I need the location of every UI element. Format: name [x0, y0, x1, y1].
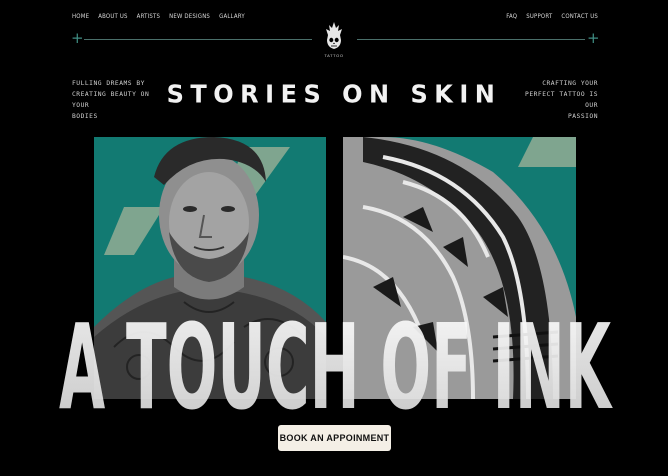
nav-item-contact-us[interactable]: CONTACT US [561, 13, 598, 20]
plus-icon-right: + [587, 29, 600, 47]
skull-flame-icon [326, 22, 342, 49]
nav-left: HOME ABOUT US ARTISTS NEW DESIGNS GALLAR… [72, 13, 245, 20]
logo-word: TATTOO [324, 53, 344, 58]
logo[interactable]: TATTOO [322, 22, 346, 62]
book-appointment-button[interactable]: BOOK AN APPOINMENT [278, 425, 391, 451]
nav-right: FAQ SUPPORT CONTACT US [506, 13, 598, 20]
nav-item-support[interactable]: SUPPORT [526, 13, 552, 20]
hero-title: A TOUCH OF INK [55, 303, 615, 423]
plus-icon-left: + [71, 29, 84, 47]
nav-item-artists[interactable]: ARTISTS [137, 13, 160, 20]
tagline-right: CRAFTING YOUR PERFECT TATTOO IS OUR PASS… [508, 78, 598, 122]
divider-left [84, 39, 312, 40]
nav-item-home[interactable]: HOME [72, 13, 89, 20]
nav-item-gallery[interactable]: GALLARY [219, 13, 245, 20]
hero-title-text: A TOUCH OF INK [59, 303, 613, 423]
tagline-right-line: PERFECT TATTOO IS OUR [525, 91, 598, 109]
nav-item-faq[interactable]: FAQ [506, 13, 517, 20]
tagline-right-line: PASSION [567, 113, 598, 120]
nav-item-new-designs[interactable]: NEW DESIGNS [169, 13, 210, 20]
divider-right [357, 39, 585, 40]
tagline-left-line: BODIES [72, 113, 98, 120]
nav-item-about-us[interactable]: ABOUT US [98, 13, 127, 20]
tagline-right-line: CRAFTING YOUR [542, 80, 598, 87]
page-frame: HOME ABOUT US ARTISTS NEW DESIGNS GALLAR… [0, 0, 668, 476]
